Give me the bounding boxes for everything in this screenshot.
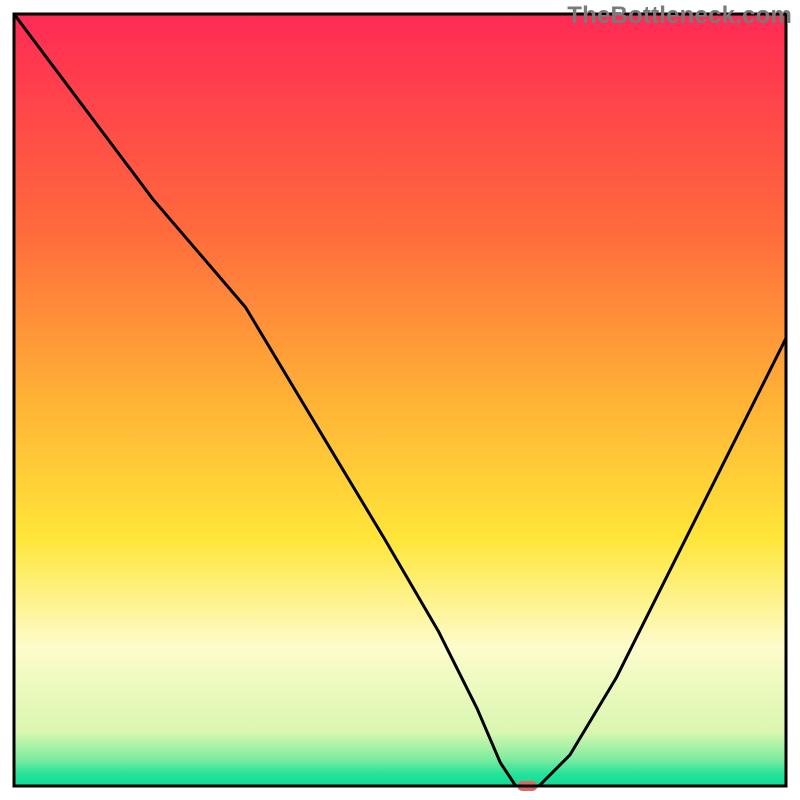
watermark-text: TheBottleneck.com: [567, 2, 792, 30]
bottleneck-chart: [0, 0, 800, 800]
chart-container: TheBottleneck.com: [0, 0, 800, 800]
chart-background-gradient: [14, 14, 786, 786]
